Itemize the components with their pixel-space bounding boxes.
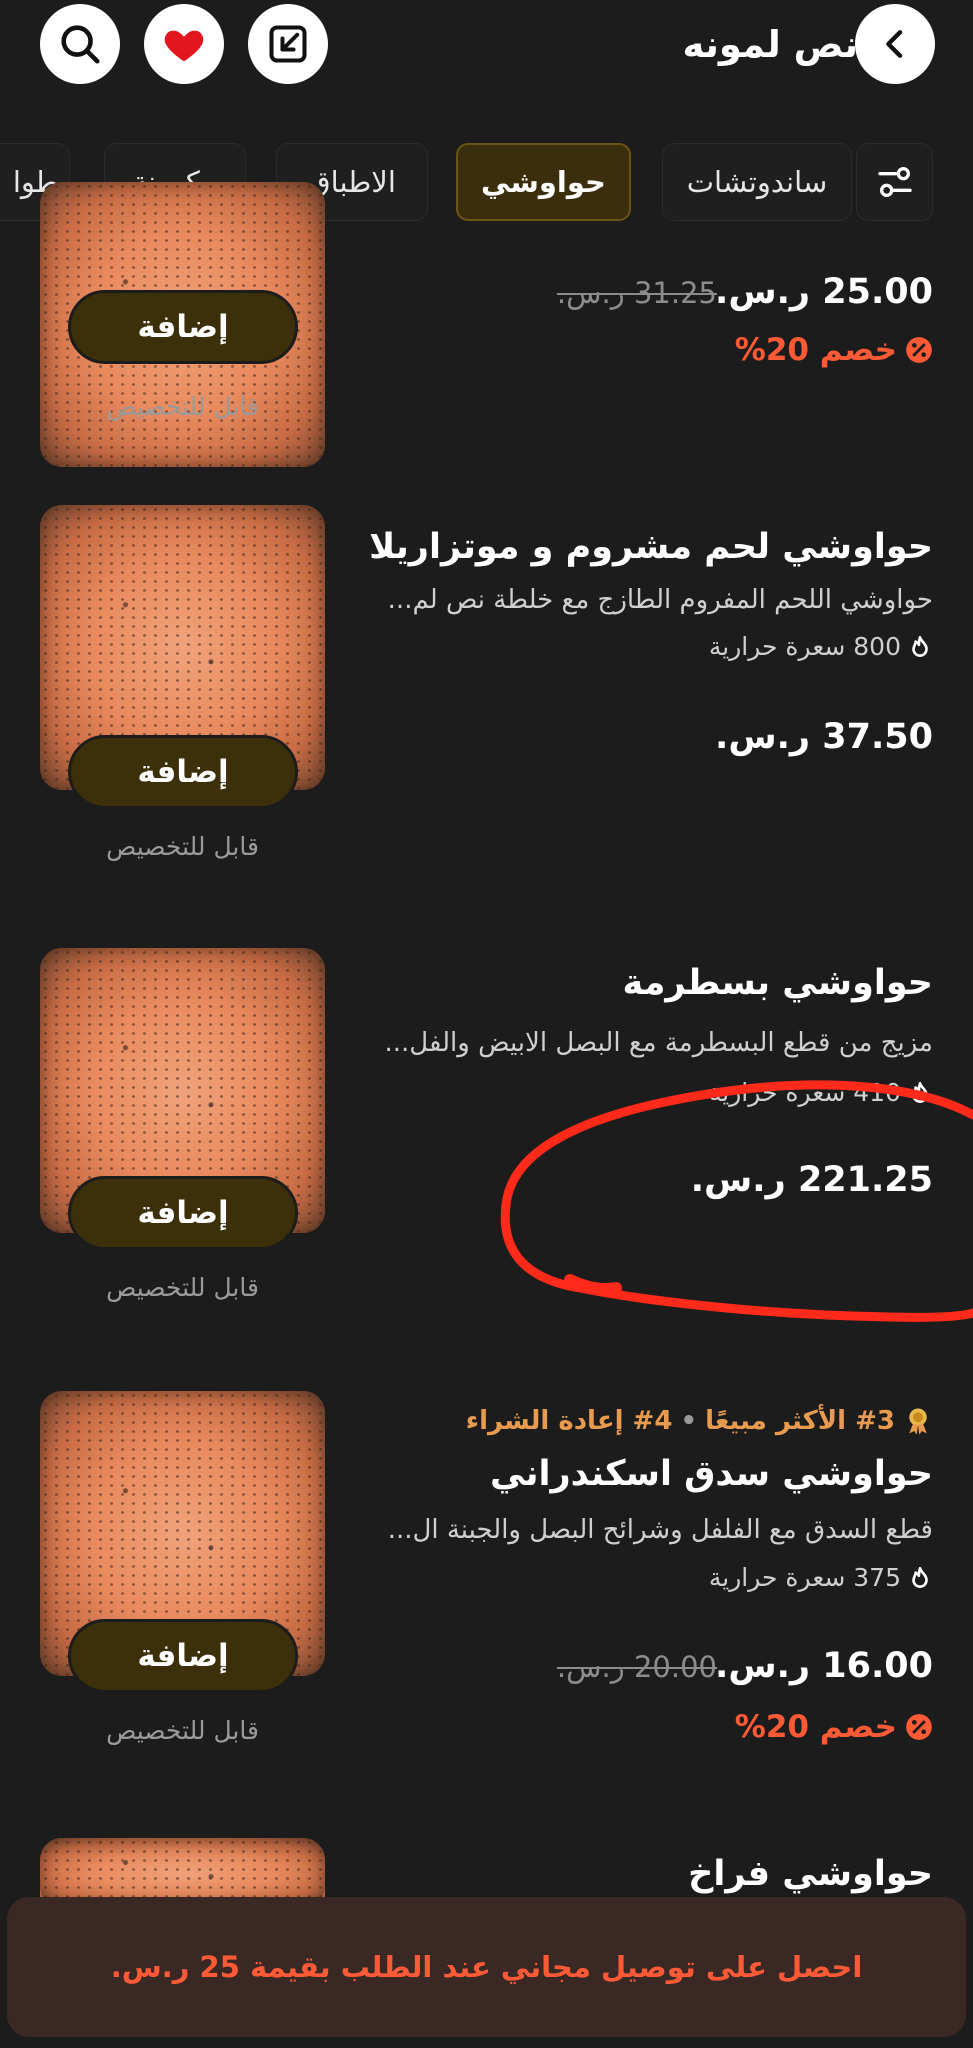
- reorder-badge: #4 إعادة الشراء: [465, 1406, 673, 1436]
- item-price: 37.50 ر.س.: [715, 717, 933, 757]
- item-calories: 375 سعرة حرارية: [709, 1563, 933, 1592]
- item-description: حواوشي اللحم المفروم الطازج مع خلطة نص ل…: [387, 585, 933, 615]
- free-delivery-banner[interactable]: احصل على توصيل مجاني عند الطلب بقيمة 25 …: [7, 1897, 966, 2037]
- customizable-label: قابل للتخصيص: [106, 832, 259, 861]
- search-button[interactable]: [40, 4, 120, 84]
- add-button[interactable]: إضافة: [68, 735, 298, 809]
- chevron-left-icon: [886, 30, 903, 58]
- header: نص لمونه: [0, 0, 973, 130]
- favorite-button[interactable]: [144, 4, 224, 84]
- discount-icon: [906, 337, 932, 363]
- item-old-price: 20.00 ر.س.: [556, 1650, 717, 1684]
- page-title: نص لمونه: [682, 23, 858, 66]
- item-price: 25.00 ر.س.: [715, 272, 933, 312]
- flame-icon: [912, 635, 928, 657]
- heart-icon: [164, 30, 204, 62]
- tab-category-1[interactable]: ساندوتشات: [662, 143, 852, 221]
- filter-icon: [877, 167, 912, 197]
- item-discount: خصم 20%: [735, 332, 933, 368]
- back-button[interactable]: [855, 4, 935, 84]
- item-description: مزيج من قطع البسطرمة مع البصل الابيض وال…: [384, 1028, 933, 1058]
- search-icon: [61, 25, 100, 64]
- item-name: حواوشي لحم مشروم و موتزاريلا: [369, 527, 933, 567]
- flame-icon: [912, 1566, 928, 1588]
- customizable-label: قابل للتخصيص: [106, 1273, 259, 1302]
- award-icon: [909, 1408, 927, 1435]
- banner-text: احصل على توصيل مجاني عند الطلب بقيمة 25 …: [110, 1950, 863, 1984]
- share-button[interactable]: [248, 4, 328, 84]
- item-badges: #3 الأكثر مبيعًا • #4 إعادة الشراء: [466, 1406, 933, 1436]
- tab-category-2-active[interactable]: حواوشي: [456, 143, 631, 221]
- item-name: حواوشي سدق اسكندراني: [489, 1454, 933, 1494]
- add-button[interactable]: إضافة: [68, 1619, 298, 1693]
- item-price: 16.00 ر.س.: [715, 1646, 933, 1686]
- add-button[interactable]: إضافة: [68, 290, 298, 364]
- item-name: حواوشي بسطرمة: [622, 963, 933, 1003]
- item-description: قطع السدق مع الفلفل وشرائح البصل والجبنة…: [387, 1515, 933, 1545]
- item-name: حواوشي فراخ: [688, 1854, 933, 1894]
- external-link-icon: [269, 25, 307, 63]
- add-button[interactable]: إضافة: [68, 1176, 298, 1250]
- customizable-label: قابل للتخصيص: [106, 1716, 259, 1745]
- item-calories: 800 سعرة حرارية: [709, 632, 933, 661]
- item-old-price: 31.25 ر.س.: [556, 276, 717, 310]
- filter-button[interactable]: [856, 143, 933, 221]
- item-discount: خصم 20%: [735, 1709, 933, 1745]
- badge-separator: •: [680, 1406, 698, 1436]
- annotation-circle: [500, 1080, 973, 1322]
- best-seller-badge: #3 الأكثر مبيعًا: [705, 1406, 895, 1436]
- discount-icon: [906, 1714, 932, 1740]
- customizable-label: قابل للتخصيص: [106, 392, 259, 421]
